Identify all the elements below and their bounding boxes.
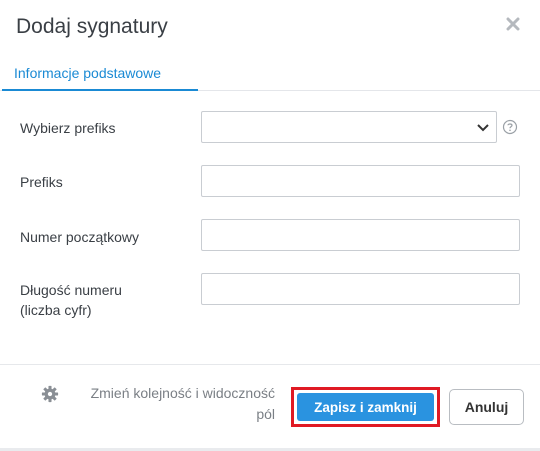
tab-label: Informacje podstawowe xyxy=(14,65,162,81)
start-number-input[interactable] xyxy=(201,219,520,251)
select-prefix-label: Wybierz prefiks xyxy=(20,120,116,136)
chevron-down-icon xyxy=(477,124,489,132)
dialog-title: Dodaj sygnatury xyxy=(16,15,168,38)
save-and-close-button[interactable]: Zapisz i zamknij xyxy=(297,393,434,421)
footer-divider xyxy=(0,364,540,365)
number-length-label: Długość numeru (liczba cyfr) xyxy=(20,280,122,320)
tab-bar: Informacje podstawowe xyxy=(0,58,540,91)
reorder-link-line2: pól xyxy=(256,406,275,422)
start-number-label: Numer początkowy xyxy=(20,229,140,245)
close-icon[interactable] xyxy=(504,15,522,33)
number-length-label-line1: Długość numeru xyxy=(20,282,122,298)
number-length-label-line2: (liczba cyfr) xyxy=(20,302,92,318)
cancel-button[interactable]: Anuluj xyxy=(449,389,524,425)
dialog-header: Dodaj sygnatury xyxy=(0,0,540,58)
tab-basic-info[interactable]: Informacje podstawowe xyxy=(2,58,198,91)
number-length-input[interactable] xyxy=(201,273,520,305)
prefix-select[interactable] xyxy=(201,111,497,143)
question-icon[interactable] xyxy=(502,119,518,135)
prefix-input[interactable] xyxy=(201,165,520,197)
reorder-fields-link[interactable]: Zmień kolejność i widoczność pól xyxy=(40,383,275,425)
add-signatures-dialog: Dodaj sygnatury Informacje podstawowe Wy… xyxy=(0,0,540,451)
reorder-link-line1: Zmień kolejność i widoczność xyxy=(90,385,275,401)
prefix-label: Prefiks xyxy=(20,174,63,190)
